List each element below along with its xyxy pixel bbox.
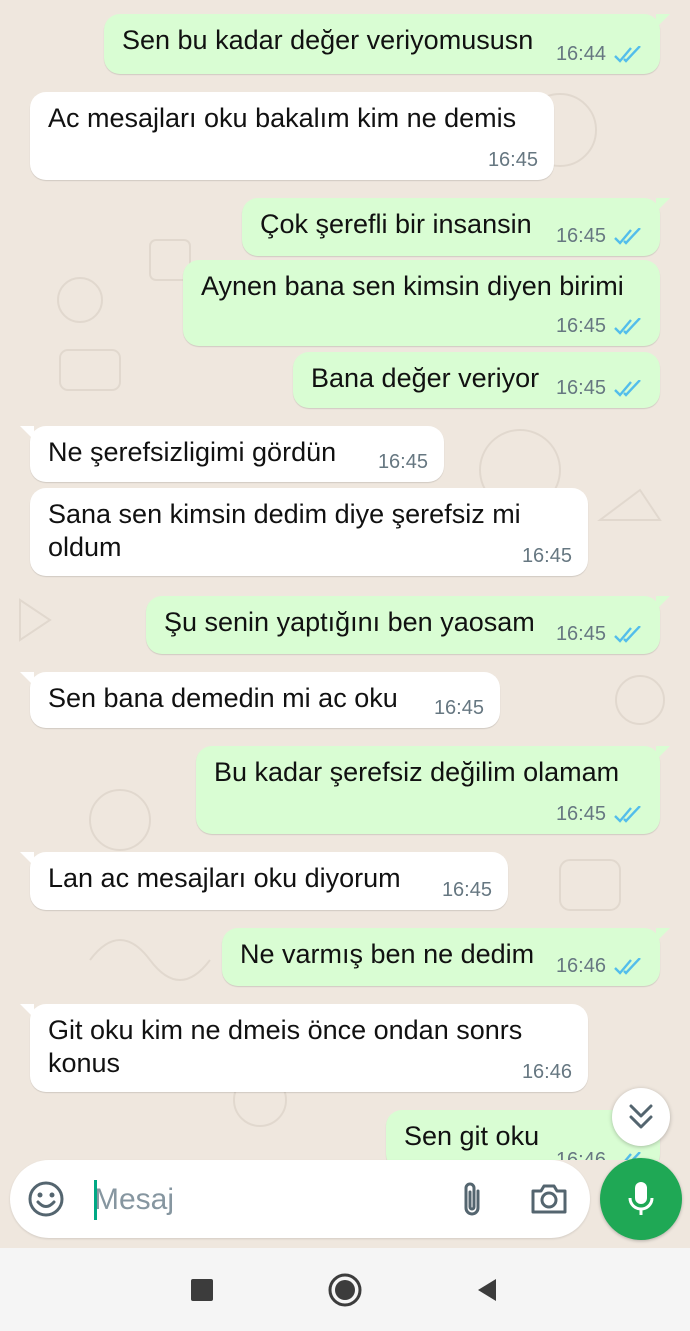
bubble-tail: [20, 852, 34, 866]
message-meta: 16:45: [434, 697, 484, 720]
message-meta: 16:45: [556, 225, 644, 248]
message-time: 16:45: [555, 803, 606, 825]
bubble-tail: [656, 198, 670, 212]
message-meta: 16:45: [556, 803, 644, 826]
emoji-button[interactable]: [24, 1177, 68, 1221]
message-text: Sana sen kimsin dedim diye şerefsiz mi o…: [48, 499, 521, 562]
message-meta: 16:44: [556, 43, 644, 66]
microphone-icon: [628, 1182, 654, 1215]
message-bubble-outgoing[interactable]: Ne varmış ben ne dedim 16:46: [222, 928, 670, 986]
message-meta: 16:45: [556, 315, 644, 338]
double-check-read-icon: [614, 317, 641, 335]
message-text: Aynen bana sen kimsin diyen birimi: [201, 271, 624, 301]
message-time: 16:45: [555, 623, 606, 645]
message-text: Sen bana demedin mi ac oku: [48, 683, 398, 713]
message-text: Lan ac mesajları oku diyorum: [48, 863, 401, 893]
message-input[interactable]: [92, 1172, 436, 1228]
bubble-tail: [656, 928, 670, 942]
message-meta: 16:45: [442, 879, 492, 902]
message-meta: 16:45: [522, 545, 572, 568]
double-check-read-icon: [614, 227, 641, 245]
emoji-icon: [28, 1181, 64, 1217]
camera-icon: [531, 1184, 567, 1214]
message-meta: 16:45: [556, 623, 644, 646]
message-bubble-outgoing[interactable]: Bu kadar şerefsiz değilim olamam 16:45: [196, 746, 670, 834]
message-bubble-outgoing[interactable]: Çok şerefli bir insansin 16:45: [242, 198, 670, 256]
square-recents-icon: [191, 1279, 213, 1301]
message-time: 16:46: [521, 1061, 572, 1083]
bubble-tail: [20, 1004, 34, 1018]
message-meta: 16:45: [488, 149, 538, 172]
message-meta: 16:45: [378, 451, 428, 474]
recents-button[interactable]: [180, 1268, 224, 1312]
paperclip-icon: [464, 1182, 480, 1216]
chat-area[interactable]: Sen bu kadar değer veriyomususn 16:44 Ac…: [0, 0, 690, 1160]
message-meta: 16:46: [556, 955, 644, 978]
message-meta: 16:45: [556, 377, 644, 400]
message-time: 16:45: [555, 225, 606, 247]
message-time: 16:44: [555, 43, 606, 65]
double-check-read-icon: [614, 379, 641, 397]
double-check-read-icon: [614, 625, 641, 643]
message-time: 16:45: [441, 879, 492, 901]
double-check-read-icon: [614, 45, 641, 63]
bubble-tail: [656, 746, 670, 760]
message-composer: [10, 1160, 590, 1238]
triangle-back-icon: [478, 1279, 496, 1301]
message-time: 16:45: [377, 451, 428, 473]
message-text: Git oku kim ne dmeis önce ondan sonrs ko…: [48, 1015, 523, 1078]
message-bubble-incoming[interactable]: Sen bana demedin mi ac oku 16:45: [20, 672, 500, 728]
message-time: 16:45: [487, 149, 538, 171]
message-bubble-outgoing[interactable]: Şu senin yaptığını ben yaosam 16:45: [146, 596, 670, 654]
message-bubble-incoming[interactable]: Sana sen kimsin dedim diye şerefsiz mi o…: [30, 488, 588, 576]
message-bubble-outgoing[interactable]: Aynen bana sen kimsin diyen birimi 16:45: [183, 260, 660, 346]
bubble-tail: [20, 426, 34, 440]
double-check-read-icon: [614, 957, 641, 975]
message-bubble-incoming[interactable]: Ac mesajları oku bakalım kim ne demis 16…: [30, 92, 554, 180]
attach-button[interactable]: [450, 1177, 494, 1221]
system-navigation-bar: [0, 1248, 690, 1331]
message-time: 16:46: [555, 1149, 606, 1160]
double-check-read-icon: [614, 805, 641, 823]
bubble-tail: [656, 596, 670, 610]
message-bubble-incoming[interactable]: Git oku kim ne dmeis önce ondan sonrs ko…: [20, 1004, 588, 1092]
message-text: Ne şerefsizligimi gördün: [48, 437, 337, 467]
circle-home-icon: [328, 1273, 362, 1307]
message-time: 16:46: [555, 955, 606, 977]
camera-button[interactable]: [526, 1177, 572, 1221]
message-text: Bu kadar şerefsiz değilim olamam: [214, 757, 620, 787]
bubble-tail: [20, 672, 34, 686]
message-time: 16:45: [555, 315, 606, 337]
back-button[interactable]: [465, 1268, 509, 1312]
scroll-to-bottom-button[interactable]: [612, 1088, 670, 1146]
text-cursor: [94, 1180, 97, 1220]
home-button[interactable]: [323, 1268, 367, 1312]
message-time: 16:45: [555, 377, 606, 399]
message-bubble-outgoing[interactable]: Sen bu kadar değer veriyomususn 16:44: [104, 14, 670, 74]
message-time: 16:45: [433, 697, 484, 719]
message-text: Ac mesajları oku bakalım kim ne demis: [48, 103, 517, 133]
voice-message-button[interactable]: [600, 1158, 682, 1240]
double-chevron-down-icon: [629, 1104, 653, 1129]
bubble-tail: [656, 14, 670, 28]
message-time: 16:45: [521, 545, 572, 567]
message-meta: 16:46: [522, 1061, 572, 1084]
message-bubble-incoming[interactable]: Lan ac mesajları oku diyorum 16:45: [20, 852, 508, 910]
message-bubble-incoming[interactable]: Ne şerefsizligimi gördün 16:45: [20, 426, 444, 482]
message-bubble-outgoing[interactable]: Bana değer veriyor 16:45: [293, 352, 660, 408]
